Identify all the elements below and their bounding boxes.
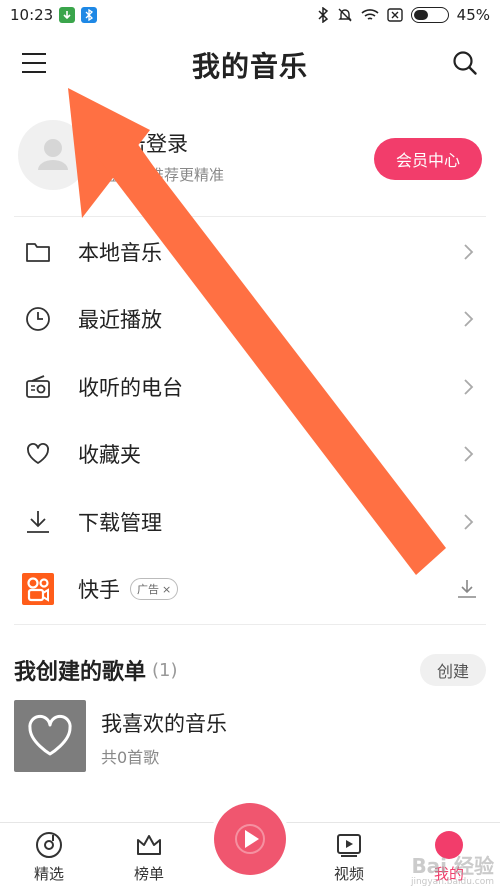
chevron-right-icon (464, 244, 474, 260)
playlist-section-title: 我创建的歌单 (14, 660, 147, 685)
status-time: 10:23 (10, 6, 54, 24)
avatar[interactable] (18, 120, 88, 190)
download-icon[interactable] (456, 578, 478, 600)
clock-icon (26, 307, 50, 332)
tab-featured[interactable]: 精选 (14, 831, 84, 884)
ad-tag-text: 广告 (137, 583, 159, 597)
create-playlist-button[interactable]: 创建 (420, 654, 486, 686)
menu-item-downloads[interactable]: 下载管理 (0, 488, 500, 556)
heart-icon (27, 443, 49, 465)
menu-item-ad-kuaishou[interactable]: 快手 广告 × (0, 556, 500, 624)
menu-list: 本地音乐 最近播放 收听的电台 收藏夹 下载管理 快手 广告 × (0, 218, 500, 623)
tab-label: 视频 (333, 865, 364, 883)
heart-icon (28, 714, 72, 756)
menu-item-label: 下载管理 (78, 510, 162, 535)
ad-tag[interactable]: 广告 × (130, 578, 179, 601)
login-row[interactable]: 点击登录 登录后推荐更精准 会员中心 (0, 118, 500, 194)
folder-icon (26, 242, 50, 262)
playlist-song-count: 共0首歌 (101, 748, 160, 767)
download-notification-icon (59, 7, 76, 23)
chevron-right-icon (464, 379, 474, 395)
bluetooth-notification-icon (81, 7, 98, 23)
battery-icon (410, 7, 449, 23)
play-button[interactable] (214, 803, 286, 875)
disc-icon (36, 832, 62, 858)
playlist-name: 我喜欢的音乐 (101, 712, 227, 736)
ad-label: 快手 (78, 578, 120, 603)
chevron-right-icon (464, 311, 474, 327)
chevron-right-icon (464, 514, 474, 530)
login-title[interactable]: 点击登录 (104, 128, 188, 158)
divider (14, 216, 486, 217)
playlist-section-header: 我创建的歌单 (1) 创建 (14, 652, 486, 688)
menu-item-radio[interactable]: 收听的电台 (0, 353, 500, 421)
playlist-item[interactable]: 我喜欢的音乐 共0首歌 (14, 700, 486, 772)
watermark: Bai 经验 (411, 854, 494, 878)
crown-icon (137, 835, 161, 855)
play-icon (235, 824, 265, 854)
mute-bell-icon (337, 8, 352, 22)
default-user-icon (38, 139, 68, 170)
playlist-count: (1) (152, 659, 178, 681)
chevron-right-icon (464, 446, 474, 462)
tab-label: 榜单 (133, 865, 164, 883)
menu-item-label: 本地音乐 (78, 240, 162, 265)
page-title: 我的音乐 (191, 50, 308, 83)
watermark-url: jingyan.baidu.com (410, 877, 494, 887)
search-icon[interactable] (452, 50, 478, 76)
sim-x-icon (386, 8, 403, 22)
close-icon[interactable]: × (162, 583, 171, 596)
vip-center-button[interactable]: 会员中心 (374, 138, 482, 180)
bluetooth-icon (318, 7, 328, 23)
wifi-icon (361, 9, 379, 20)
download-icon (27, 510, 49, 533)
playlist-cover (14, 700, 86, 772)
header: 我的音乐 (0, 40, 500, 90)
menu-item-local-music[interactable]: 本地音乐 (0, 218, 500, 286)
menu-item-recent-play[interactable]: 最近播放 (0, 286, 500, 354)
status-bar: 10:23 45% (0, 0, 500, 30)
video-icon (337, 834, 361, 857)
kuaishou-icon (22, 573, 54, 606)
menu-icon[interactable] (22, 53, 46, 73)
menu-item-favorites[interactable]: 收藏夹 (0, 421, 500, 489)
tab-label: 精选 (33, 865, 64, 883)
login-subtitle: 登录后推荐更精准 (104, 166, 225, 184)
battery-percent: 45% (456, 6, 490, 24)
tab-charts[interactable]: 榜单 (114, 831, 184, 884)
menu-item-label: 收藏夹 (78, 443, 141, 468)
menu-item-label: 最近播放 (78, 308, 162, 333)
menu-item-label: 收听的电台 (78, 375, 183, 400)
divider (14, 624, 486, 625)
radio-icon (26, 374, 50, 398)
tab-video[interactable]: 视频 (314, 831, 384, 884)
